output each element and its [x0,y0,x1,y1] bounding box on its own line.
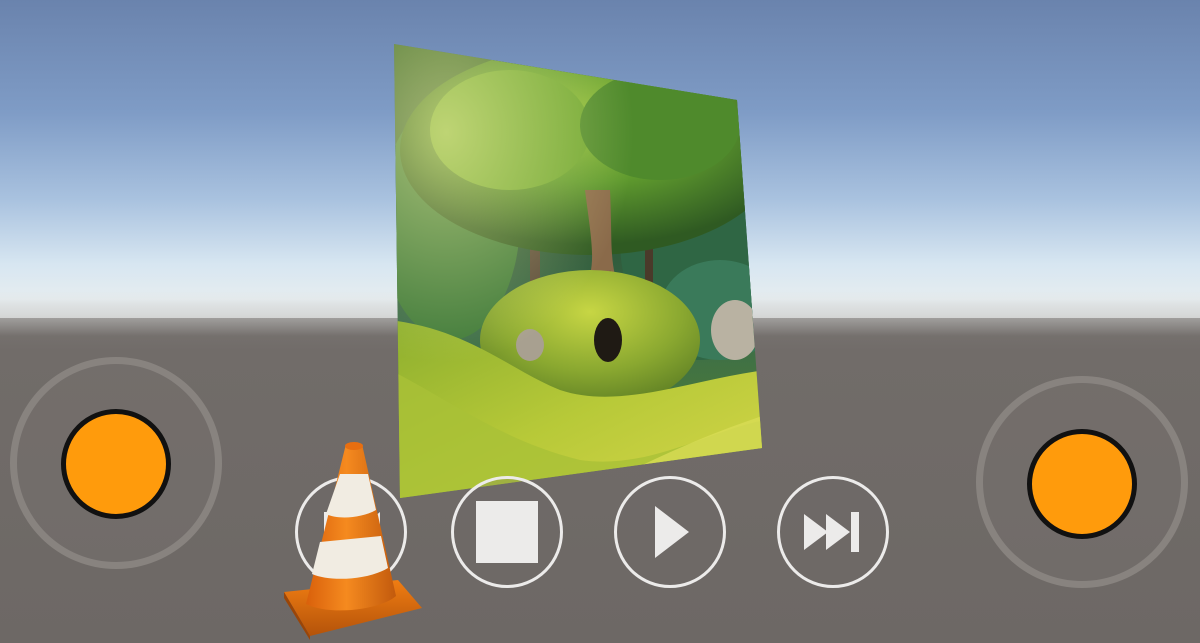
next-button[interactable] [777,476,889,588]
left-joystick-knob[interactable] [61,409,171,519]
vlc-cone-logo [284,442,422,640]
skip-forward-icon [804,512,859,552]
right-joystick[interactable] [976,376,1188,588]
stop-button[interactable] [451,476,563,588]
play-icon [655,506,689,558]
video-screen[interactable] [390,40,765,502]
stop-icon [476,501,538,563]
play-button[interactable] [614,476,726,588]
right-joystick-knob[interactable] [1027,429,1137,539]
vr-scene-viewport [0,0,1200,643]
left-joystick[interactable] [10,357,222,569]
